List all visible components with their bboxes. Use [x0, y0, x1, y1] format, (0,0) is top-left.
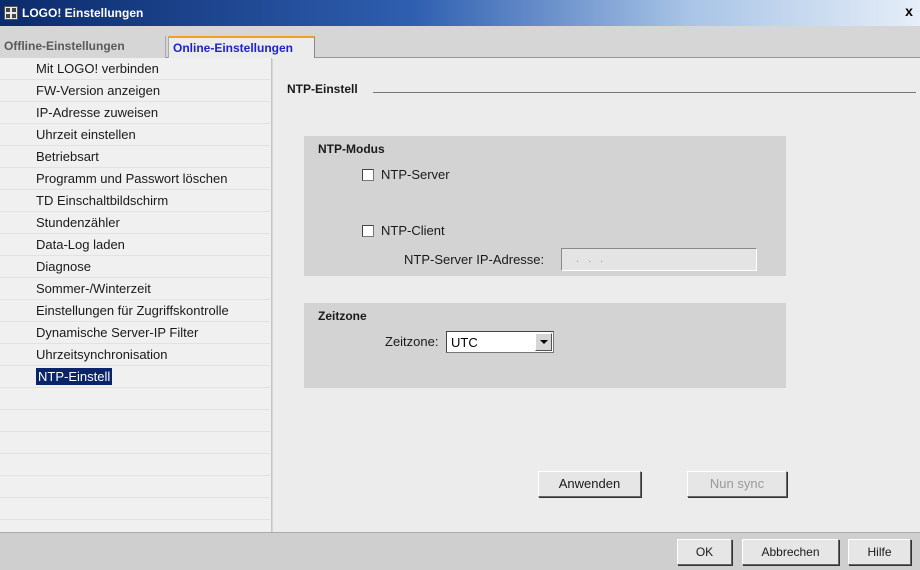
help-button[interactable]: Hilfe: [848, 539, 911, 565]
apply-button[interactable]: Anwenden: [538, 471, 641, 497]
title-bar: LOGO! Einstellungen x: [0, 0, 920, 26]
sidebar-item-operating-mode[interactable]: Betriebsart: [0, 146, 270, 168]
ntp-mode-title: NTP-Modus: [318, 142, 385, 156]
tab-online-settings[interactable]: Online-Einstellungen: [168, 36, 315, 59]
sidebar-item-ip-address[interactable]: IP-Adresse zuweisen: [0, 102, 270, 124]
timezone-select[interactable]: UTC: [446, 331, 554, 353]
sync-now-button[interactable]: Nun sync: [687, 471, 787, 497]
sidebar-item-label: Einstellungen für Zugriffskontrolle: [36, 303, 229, 318]
ntp-server-checkbox[interactable]: [362, 168, 374, 181]
timezone-value: UTC: [451, 334, 478, 350]
sidebar-item-diagnosis[interactable]: Diagnose: [0, 256, 270, 278]
sidebar-item-connect[interactable]: Mit LOGO! verbinden: [0, 58, 270, 80]
sidebar-empty-row: [0, 476, 270, 498]
ok-button[interactable]: OK: [677, 539, 732, 565]
sidebar-item-label: Sommer-/Winterzeit: [36, 281, 151, 296]
ntp-server-option[interactable]: NTP-Server: [362, 167, 450, 182]
window-title: LOGO! Einstellungen: [22, 6, 144, 20]
sidebar-item-label: Programm und Passwort löschen: [36, 171, 228, 186]
ntp-server-label: NTP-Server: [381, 167, 450, 182]
main-panel: NTP-Einstell NTP-Modus NTP-Server NTP-Cl…: [273, 58, 920, 532]
timezone-title: Zeitzone: [318, 309, 367, 323]
sidebar-item-label: Uhrzeitsynchronisation: [36, 347, 168, 362]
tab-strip: Offline-Einstellungen Online-Einstellung…: [0, 26, 920, 59]
section-divider: [373, 92, 916, 93]
ntp-client-option[interactable]: NTP-Client: [362, 223, 445, 238]
sidebar-empty-row: [0, 388, 270, 410]
chevron-down-icon[interactable]: [535, 333, 552, 351]
sidebar-item-set-time[interactable]: Uhrzeit einstellen: [0, 124, 270, 146]
sidebar-item-data-log[interactable]: Data-Log laden: [0, 234, 270, 256]
sidebar-empty-row: [0, 498, 270, 520]
ntp-client-label: NTP-Client: [381, 223, 445, 238]
sidebar-empty-row: [0, 454, 270, 476]
ntp-server-ip-field[interactable]: . . .: [561, 248, 757, 271]
timezone-label: Zeitzone:: [385, 334, 439, 349]
sidebar-item-label: TD Einschaltbildschirm: [36, 193, 169, 208]
settings-sidebar: Mit LOGO! verbinden FW-Version anzeigen …: [0, 58, 272, 532]
close-button[interactable]: x: [902, 4, 916, 19]
sidebar-item-time-sync[interactable]: Uhrzeitsynchronisation: [0, 344, 270, 366]
dialog-footer: OK Abbrechen Hilfe: [0, 532, 920, 570]
sidebar-empty-row: [0, 410, 270, 432]
sidebar-item-label: FW-Version anzeigen: [36, 83, 161, 98]
sidebar-item-ntp-settings[interactable]: NTP-Einstell: [0, 366, 270, 388]
sidebar-item-label: NTP-Einstell: [36, 368, 113, 385]
sidebar-item-label: Uhrzeit einstellen: [36, 127, 136, 142]
logo-app-icon: [4, 6, 18, 20]
sidebar-item-label: Stundenzähler: [36, 215, 120, 230]
ntp-server-ip-label: NTP-Server IP-Adresse:: [404, 252, 545, 267]
sidebar-item-td-screen[interactable]: TD Einschaltbildschirm: [0, 190, 270, 212]
sidebar-item-delete-program[interactable]: Programm und Passwort löschen: [0, 168, 270, 190]
sidebar-item-label: Data-Log laden: [36, 237, 125, 252]
sidebar-item-hour-counter[interactable]: Stundenzähler: [0, 212, 270, 234]
sidebar-empty-row: [0, 432, 270, 454]
sidebar-item-label: Mit LOGO! verbinden: [36, 61, 159, 76]
sidebar-item-label: IP-Adresse zuweisen: [36, 105, 159, 120]
sidebar-item-label: Betriebsart: [36, 149, 99, 164]
ntp-mode-group: NTP-Modus NTP-Server NTP-Client NTP-Serv…: [304, 136, 786, 276]
sidebar-item-fw-version[interactable]: FW-Version anzeigen: [0, 80, 270, 102]
timezone-group: Zeitzone Zeitzone: UTC: [304, 303, 786, 388]
sidebar-item-label: Dynamische Server-IP Filter: [36, 325, 199, 340]
tab-offline-settings[interactable]: Offline-Einstellungen: [0, 36, 166, 58]
ntp-client-checkbox[interactable]: [362, 224, 374, 237]
sidebar-item-access-control[interactable]: Einstellungen für Zugriffskontrolle: [0, 300, 270, 322]
sidebar-item-ip-filter[interactable]: Dynamische Server-IP Filter: [0, 322, 270, 344]
cancel-button[interactable]: Abbrechen: [742, 539, 839, 565]
sidebar-item-dst[interactable]: Sommer-/Winterzeit: [0, 278, 270, 300]
section-title: NTP-Einstell: [287, 82, 358, 96]
sidebar-item-label: Diagnose: [36, 259, 91, 274]
